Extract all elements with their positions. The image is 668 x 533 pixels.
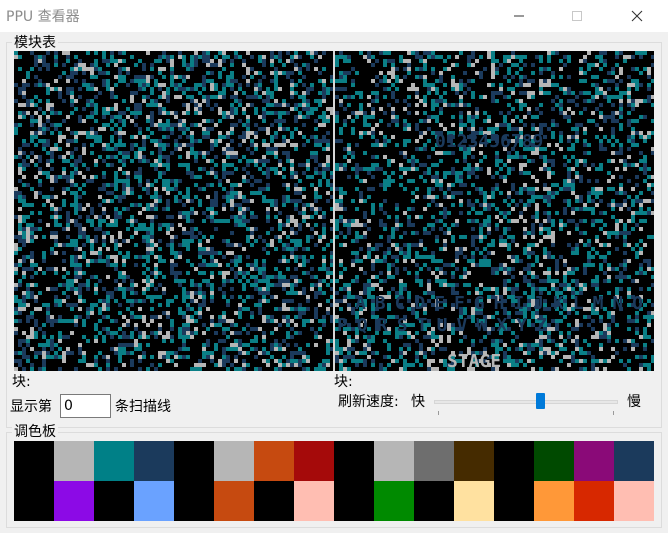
palette-swatch[interactable]	[134, 481, 174, 521]
palette-swatch[interactable]	[94, 481, 134, 521]
palette-swatch[interactable]	[214, 481, 254, 521]
scanline-suffix-label: 条扫描线	[115, 399, 171, 415]
palette-swatch[interactable]	[414, 441, 454, 481]
left-tile-caption: 块:	[12, 374, 31, 390]
slider-thumb[interactable]	[536, 393, 545, 409]
slider-tick-end	[613, 411, 614, 415]
tile-digits-text: 0123456789	[435, 131, 543, 152]
pattern-tables-group-label: 模块表	[12, 35, 58, 51]
palette-swatch[interactable]	[334, 441, 374, 481]
palette-swatch[interactable]	[614, 481, 654, 521]
palette-swatch[interactable]	[494, 441, 534, 481]
pattern-table-divider	[333, 51, 335, 371]
scanline-input[interactable]: 0	[60, 394, 111, 418]
palette-swatch[interactable]	[14, 441, 54, 481]
palette-swatch[interactable]	[134, 441, 174, 481]
palette-swatch[interactable]	[334, 481, 374, 521]
refresh-speed-label: 刷新速度:	[338, 394, 399, 410]
stage-row: STAGE	[447, 351, 501, 371]
palette-swatch[interactable]	[414, 481, 454, 521]
right-tile-caption: 块:	[334, 374, 353, 390]
refresh-slow-label: 慢	[627, 394, 641, 410]
palette-view[interactable]	[14, 441, 654, 521]
palette-swatch[interactable]	[574, 441, 614, 481]
digit-row: 0123456789	[435, 131, 543, 152]
palette-swatch[interactable]	[254, 481, 294, 521]
palette-swatch[interactable]	[54, 481, 94, 521]
close-button[interactable]	[614, 0, 660, 32]
pattern-table-left[interactable]	[14, 51, 333, 371]
refresh-fast-label: 快	[411, 394, 425, 410]
slider-tick-start	[438, 411, 439, 415]
palette-swatch[interactable]	[214, 441, 254, 481]
palette-swatch[interactable]	[54, 441, 94, 481]
close-icon	[631, 10, 643, 22]
window-title: PPU 查看器	[6, 9, 80, 25]
palette-swatch[interactable]	[534, 481, 574, 521]
palette-swatch[interactable]	[294, 481, 334, 521]
title-bar: PPU 查看器	[0, 0, 668, 32]
palette-swatch[interactable]	[494, 481, 534, 521]
refresh-speed-slider[interactable]	[434, 392, 618, 415]
palette-swatch[interactable]	[14, 481, 54, 521]
palette-swatch[interactable]	[454, 441, 494, 481]
palette-swatch[interactable]	[254, 441, 294, 481]
palette-swatch[interactable]	[374, 441, 414, 481]
palette-swatch[interactable]	[574, 481, 614, 521]
palette-swatch[interactable]	[614, 441, 654, 481]
minimize-icon	[514, 15, 524, 17]
tile-stage-text: STAGE	[447, 351, 501, 371]
alpha-row-2: PQRSTUVWXYZ	[337, 315, 547, 336]
palette-swatch[interactable]	[534, 441, 574, 481]
tile-pixels	[14, 51, 333, 371]
palette-swatch[interactable]	[454, 481, 494, 521]
palette-swatch[interactable]	[294, 441, 334, 481]
maximize-icon	[572, 11, 582, 21]
palette-swatch[interactable]	[374, 481, 414, 521]
palette-group-label: 调色板	[12, 424, 58, 440]
maximize-button[interactable]	[554, 0, 600, 32]
palette-swatch[interactable]	[94, 441, 134, 481]
pattern-table-right[interactable]: 0123456789 ABCDEFGHIJKLMNO PQRSTUVWXYZ S…	[335, 51, 654, 371]
minimize-button[interactable]	[496, 0, 542, 32]
scanline-prefix-label: 显示第	[10, 399, 52, 415]
tile-alpha-text-2: PQRSTUVWXYZ	[337, 315, 547, 336]
slider-track[interactable]	[434, 400, 618, 404]
tile-alpha-text-1: ABCDEFGHIJKLMNO	[355, 293, 643, 314]
palette-swatch[interactable]	[174, 481, 214, 521]
palette-swatch[interactable]	[174, 441, 214, 481]
pattern-table-view[interactable]: 0123456789 ABCDEFGHIJKLMNO PQRSTUVWXYZ S…	[14, 51, 654, 371]
alpha-row-1: ABCDEFGHIJKLMNO	[355, 293, 643, 314]
